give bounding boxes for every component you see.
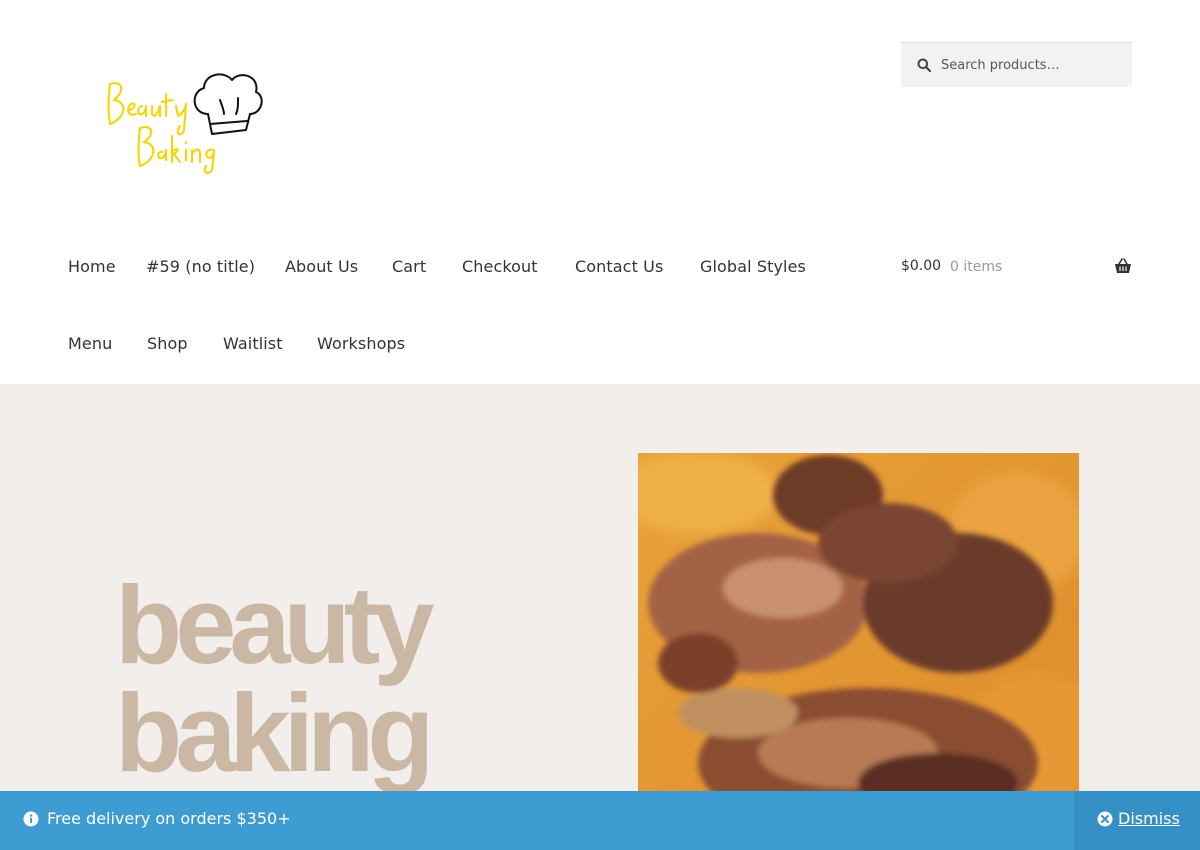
nav-item-home[interactable]: Home (68, 257, 116, 276)
store-notice-text: Free delivery on orders $350+ (47, 809, 291, 828)
nav-item-global-styles[interactable]: Global Styles (700, 257, 806, 276)
cart-total[interactable]: $0.00 (901, 258, 941, 274)
store-notice: Free delivery on orders $350+ (0, 791, 1200, 850)
nav-item-shop[interactable]: Shop (147, 334, 188, 353)
hero-title-line-1: beauty (115, 564, 435, 687)
info-icon (23, 811, 39, 827)
basket-icon[interactable] (1114, 258, 1132, 275)
nav-item-checkout[interactable]: Checkout (462, 257, 538, 276)
nav-item-about-us[interactable]: About Us (285, 257, 358, 276)
nav-item-waitlist[interactable]: Waitlist (223, 334, 283, 353)
cart-item-count[interactable]: 0 items (950, 259, 1002, 275)
site-logo[interactable] (100, 66, 265, 181)
close-circle-icon[interactable] (1097, 811, 1113, 827)
search-input[interactable] (939, 56, 1123, 74)
hero-title: beauty baking (115, 564, 535, 795)
nav-item-menu[interactable]: Menu (68, 334, 112, 353)
hero-title-line-2: baking (115, 672, 435, 795)
nav-item-workshops[interactable]: Workshops (317, 334, 405, 353)
product-search[interactable] (901, 42, 1132, 87)
dismiss-link[interactable]: Dismiss (1118, 809, 1180, 828)
search-icon[interactable] (917, 57, 933, 73)
nav-item-59-no-title[interactable]: #59 (no title) (146, 257, 255, 276)
site-header: Home #59 (no title) About Us Cart Checko… (0, 0, 1200, 384)
nav-item-contact-us[interactable]: Contact Us (575, 257, 663, 276)
nav-item-cart[interactable]: Cart (392, 257, 426, 276)
